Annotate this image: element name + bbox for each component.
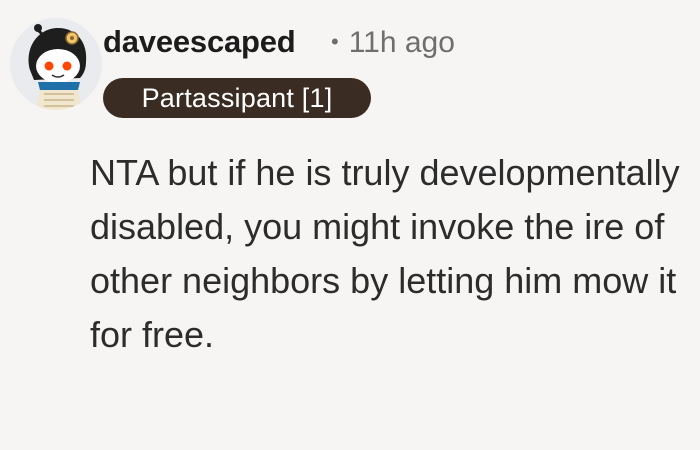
- comment-author[interactable]: daveescaped: [103, 22, 296, 62]
- snoo-avatar-icon: [10, 18, 102, 110]
- meta-separator: •: [331, 29, 339, 54]
- comment-timestamp: 11h ago: [348, 26, 455, 59]
- comment: daveescaped • 11h ago Partassipant [1] NT…: [0, 0, 700, 450]
- comment-meta: • 11h ago: [331, 22, 455, 63]
- comment-body: NTA but if he is truly developmentally d…: [90, 152, 680, 355]
- user-flair-badge: Partassipant [1]: [103, 78, 371, 118]
- user-avatar[interactable]: [10, 18, 102, 110]
